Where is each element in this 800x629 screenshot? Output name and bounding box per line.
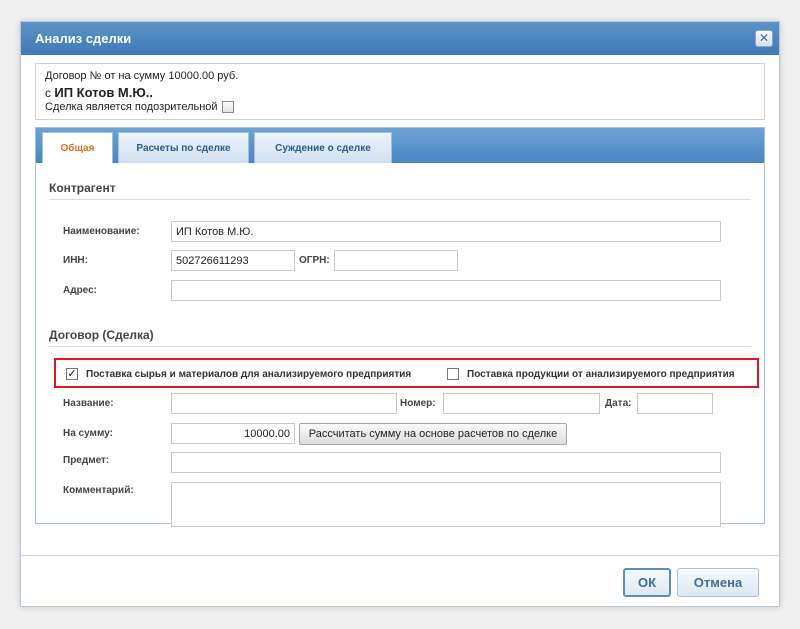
section-divider <box>49 346 751 347</box>
comment-label: Комментарий: <box>63 485 134 496</box>
inn-label: ИНН: <box>63 255 88 266</box>
comment-textarea[interactable] <box>171 482 721 527</box>
supply-materials-label: Поставка сырья и материалов для анализир… <box>86 369 412 380</box>
deal-info-box: Договор № от на сумму 10000.00 руб. с ИП… <box>35 63 765 120</box>
subject-input[interactable] <box>171 452 721 473</box>
contract-title-label: Название: <box>63 398 114 409</box>
counterparty-section-title: Контрагент <box>49 181 116 195</box>
calculate-sum-button[interactable]: Рассчитать сумму на основе расчетов по с… <box>299 423 567 445</box>
supply-products-checkbox[interactable] <box>447 368 459 380</box>
contract-number-label: Номер: <box>400 398 436 409</box>
inn-input[interactable] <box>171 250 295 271</box>
deal-analysis-dialog: Анализ сделки ✕ Договор № от на сумму 10… <box>20 21 780 607</box>
address-label: Адрес: <box>63 285 97 296</box>
contract-date-label: Дата: <box>605 398 632 409</box>
supply-products-label: Поставка продукции от анализируемого пре… <box>467 369 735 380</box>
tab-deal-payments[interactable]: Расчеты по сделке <box>118 132 249 163</box>
ogrn-label: ОГРН: <box>299 255 330 266</box>
ogrn-input[interactable] <box>334 250 458 271</box>
name-label: Наименование: <box>63 226 140 237</box>
tab-panel: Общая Расчеты по сделке Суждение о сделк… <box>35 127 765 527</box>
party-prefix: с <box>45 86 51 100</box>
suspicious-row: Сделка является подозрительной <box>45 101 234 113</box>
party-name: ИП Котов М.Ю.. <box>54 85 154 100</box>
close-icon: ✕ <box>758 31 770 45</box>
contract-section-title: Договор (Сделка) <box>49 328 154 342</box>
contract-date-input[interactable] <box>637 393 713 414</box>
supply-materials-checkbox[interactable]: ✓ <box>66 368 78 380</box>
footer-divider <box>21 555 779 556</box>
party-line: с ИП Котов М.Ю.. <box>45 85 153 100</box>
contract-title-input[interactable] <box>171 393 397 414</box>
dialog-title: Анализ сделки <box>35 31 132 46</box>
tab-bar: Общая Расчеты по сделке Суждение о сделк… <box>36 128 764 163</box>
name-input[interactable] <box>171 221 721 242</box>
contract-summary: Договор № от на сумму 10000.00 руб. <box>45 70 239 82</box>
subject-label: Предмет: <box>63 455 110 466</box>
ok-button[interactable]: ОК <box>623 568 671 597</box>
tab-deal-judgment[interactable]: Суждение о сделке <box>254 132 392 163</box>
tab-general[interactable]: Общая <box>42 132 113 163</box>
suspicious-label: Сделка является подозрительной <box>45 101 218 113</box>
section-divider <box>49 199 751 200</box>
suspicious-checkbox[interactable] <box>221 101 234 113</box>
sum-input[interactable] <box>171 423 295 444</box>
address-input[interactable] <box>171 280 721 301</box>
close-button[interactable]: ✕ <box>755 30 773 47</box>
cancel-button[interactable]: Отмена <box>677 568 759 597</box>
contract-number-input[interactable] <box>443 393 600 414</box>
dialog-titlebar[interactable]: Анализ сделки ✕ <box>21 22 779 55</box>
sum-label: На сумму: <box>63 428 113 439</box>
